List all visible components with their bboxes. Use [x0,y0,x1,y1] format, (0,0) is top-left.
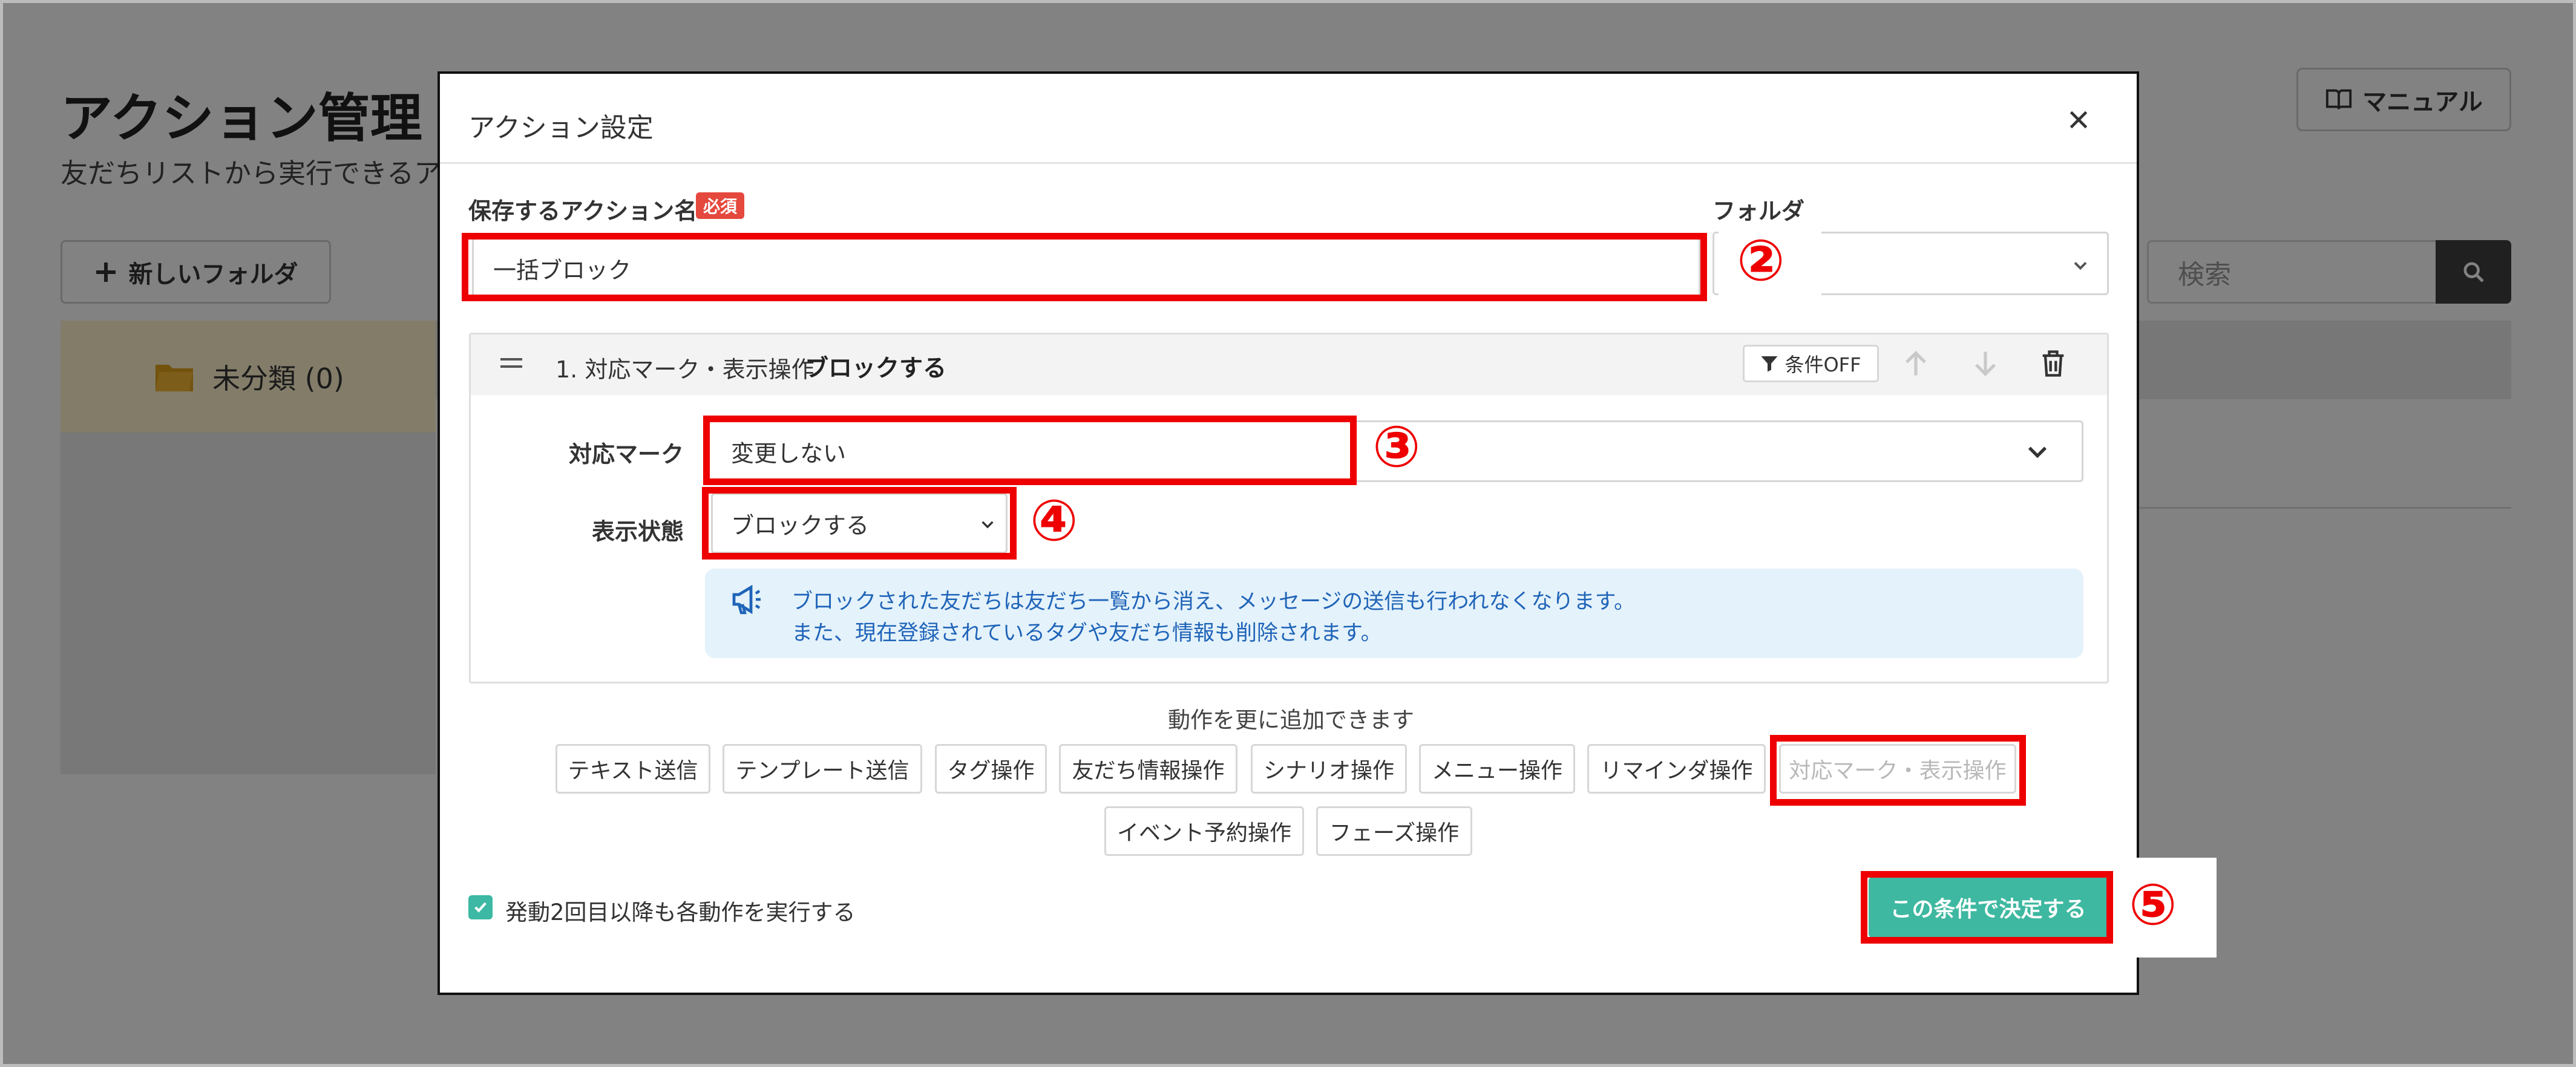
arrow-down-icon[interactable] [1970,348,2001,379]
op-button-text-send[interactable]: テキスト送信 [556,744,710,794]
op-button-reminder[interactable]: リマインダ操作 [1587,744,1766,794]
action-name-label: 保存するアクション名 [468,198,698,224]
action-card-title: 1. 対応マーク・表示操作 [556,356,814,383]
op-button-tag[interactable]: タグ操作 [935,744,1047,794]
modal-divider [440,162,2137,164]
annotation-box-display [702,487,1017,560]
repeat-checkbox-label: 発動2回目以降も各動作を実行する [505,899,856,925]
modal-title: アクション設定 [468,113,654,143]
trash-icon[interactable] [2037,348,2069,379]
annotation-number-4: ④ [1030,488,1078,554]
annotation-box-action-name [462,233,1707,301]
annotation-number-2: ② [1737,228,1785,294]
op-button-scenario[interactable]: シナリオ操作 [1251,744,1407,794]
annotation-number-3: ③ [1372,414,1421,480]
op-button-friend-info[interactable]: 友だち情報操作 [1059,744,1237,794]
info-text-line1: ブロックされた友だちは友だち一覧から消え、メッセージの送信も行われなくなります。 [791,590,1636,614]
op-button-event-booking[interactable]: イベント予約操作 [1104,806,1304,856]
condition-toggle-button[interactable]: 条件OFF [1743,345,1879,382]
annotation-box-mark [703,416,1357,485]
drag-handle-icon[interactable] [499,354,523,372]
annotation-box-confirm [1861,871,2113,944]
action-card-value: ブロックする [805,355,947,382]
repeat-checkbox[interactable] [468,895,493,919]
info-text-line2: また、現在登録されているタグや友だち情報も削除されます。 [791,621,1382,645]
chevron-down-icon [2028,446,2047,458]
condition-toggle-label: 条件OFF [1785,353,1861,376]
display-state-label: 表示状態 [592,518,684,545]
check-icon [474,902,487,913]
op-button-phase[interactable]: フェーズ操作 [1316,806,1472,856]
add-more-label: 動作を更に追加できます [1168,707,1414,733]
close-icon [2070,111,2088,129]
filter-icon [1761,356,1778,372]
arrow-up-icon[interactable] [1900,348,1932,379]
close-button[interactable] [2060,102,2097,138]
folder-label: フォルダ [1712,198,1805,224]
megaphone-icon [732,584,761,615]
annotation-number-5: ⑤ [2129,872,2177,938]
required-badge: 必須 [696,192,745,219]
mark-label: 対応マーク [569,441,684,468]
annotation-box-mark-op [1770,735,2026,806]
chevron-down-icon [2074,261,2087,270]
op-button-template-send[interactable]: テンプレート送信 [723,744,922,794]
op-button-menu[interactable]: メニュー操作 [1419,744,1575,794]
